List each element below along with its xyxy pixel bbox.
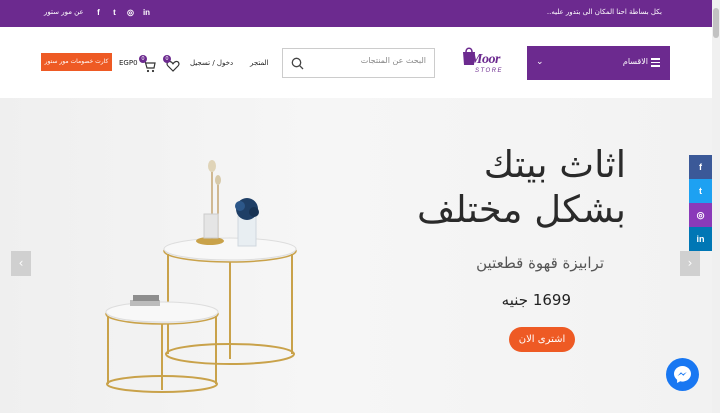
logo-word: Moor (470, 52, 500, 67)
hero-subtitle: ترابيزة قهوة قطعتين (476, 254, 604, 272)
logo-subword: STORE (475, 68, 504, 74)
login-register-link[interactable]: دخول / تسجيل (190, 59, 233, 67)
about-link[interactable]: عن مور ستور (44, 8, 84, 16)
facebook-icon[interactable]: f (689, 155, 712, 179)
hero-title-line2: بشكل مختلف (417, 188, 626, 231)
categories-button[interactable]: الاقسام ⌄ (527, 46, 670, 80)
top-bar: بكل بساطة احنا المكان الى بتدور عليه.. f… (0, 0, 712, 27)
chevron-down-icon: ⌄ (536, 57, 544, 67)
twitter-icon[interactable]: t (689, 179, 712, 203)
hero-title: اثاث بيتك بشكل مختلف (417, 142, 626, 232)
instagram-icon[interactable]: ◎ (126, 7, 135, 18)
wishlist-count-badge: 0 (163, 55, 171, 63)
search-input[interactable] (316, 56, 426, 65)
linkedin-icon[interactable]: in (142, 7, 151, 18)
cart-count-badge: 0 (139, 55, 147, 63)
coffee-tables-image (105, 160, 297, 393)
search-box (282, 48, 435, 78)
facebook-icon[interactable]: f (94, 7, 103, 18)
hero-price: 1699 جنيه (501, 291, 571, 309)
wishlist-button[interactable]: 0 (163, 55, 181, 72)
scrollbar-thumb[interactable] (713, 8, 719, 38)
linkedin-icon[interactable]: in (689, 227, 712, 251)
messenger-icon (674, 366, 691, 383)
promo-card-button[interactable]: كارت خصومات مور ستور (41, 53, 112, 71)
slider-next-button[interactable]: › (680, 251, 700, 276)
twitter-icon[interactable]: t (110, 7, 119, 18)
categories-label: الاقسام (622, 57, 648, 66)
messenger-chat-button[interactable] (666, 358, 699, 391)
instagram-icon[interactable]: ◎ (689, 203, 712, 227)
hamburger-icon (651, 58, 660, 67)
hero-title-line1: اثاث بيتك (483, 143, 626, 186)
top-tagline: بكل بساطة احنا المكان الى بتدور عليه.. (546, 8, 662, 16)
floating-social-bar: f t ◎ in (689, 155, 712, 251)
cart-button[interactable]: 0 (139, 55, 157, 73)
page-scrollbar[interactable] (712, 0, 720, 413)
search-icon[interactable] (291, 57, 304, 70)
cart-total: EGP0 (119, 59, 138, 67)
hero-banner: اثاث بيتك بشكل مختلف ترابيزة قهوة قطعتين… (0, 98, 712, 413)
main-header: الاقسام ⌄ Moor STORE المتجر دخول / تسجيل… (0, 27, 712, 98)
store-link[interactable]: المتجر (250, 59, 269, 67)
top-social-links: f t ◎ in (94, 7, 151, 18)
site-logo[interactable]: Moor STORE (453, 40, 509, 84)
buy-now-button[interactable]: اشترى الان (509, 327, 575, 352)
slider-prev-button[interactable]: ‹ (11, 251, 31, 276)
